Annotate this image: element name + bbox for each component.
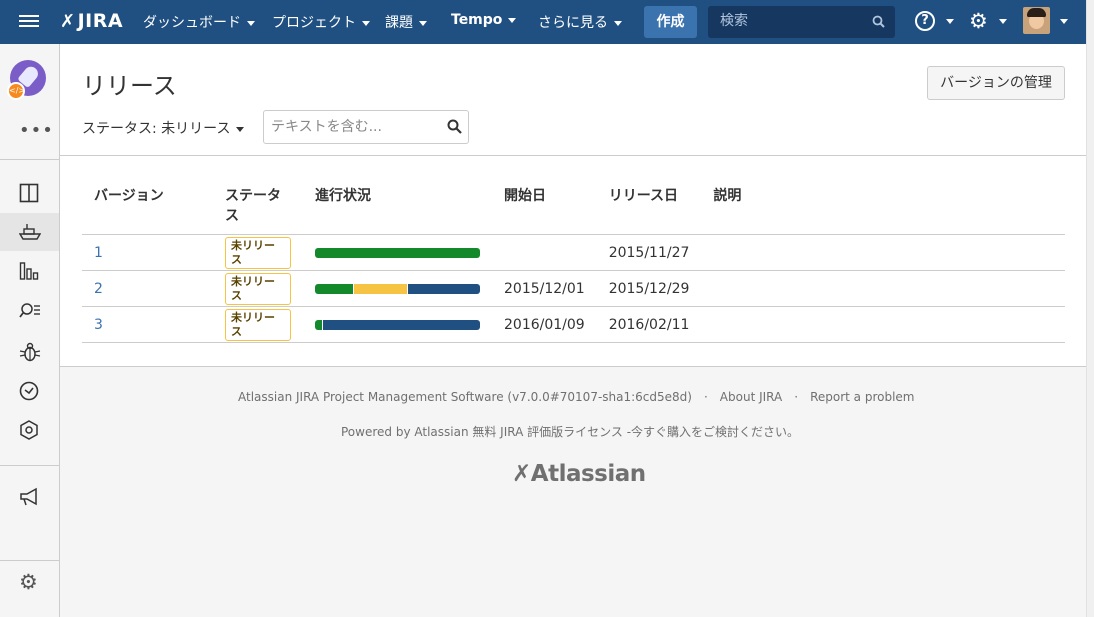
- sidebar-item-settings[interactable]: ⚙: [0, 564, 59, 602]
- footer-software-version: Atlassian JIRA Project Management Softwa…: [238, 390, 692, 404]
- table-row: 2 未リリース 2015/12/01 2015/12/29: [82, 270, 1065, 307]
- jira-x-icon: ✗: [60, 11, 76, 32]
- sidebar-item-bugs[interactable]: [0, 332, 59, 370]
- jira-logo[interactable]: ✗ JIRA: [60, 10, 123, 32]
- clock-icon: [19, 381, 39, 401]
- progress-done-segment: [315, 319, 323, 330]
- description: [701, 234, 1065, 271]
- col-description[interactable]: 説明: [701, 176, 1065, 235]
- chevron-down-icon: [362, 20, 370, 26]
- nav-dashboards[interactable]: ダッシュボード: [143, 12, 255, 32]
- search-icon[interactable]: [447, 119, 462, 134]
- release-date: 2016/02/11: [596, 306, 702, 343]
- status-filter-dropdown[interactable]: ステータス: 未リリース: [82, 118, 245, 138]
- release-date: 2015/11/27: [596, 234, 702, 271]
- user-menu-chevron-down-icon[interactable]: [1060, 19, 1068, 24]
- progress-done-segment: [315, 283, 354, 294]
- sidebar-item-feedback[interactable]: [0, 478, 59, 516]
- table-header-row: バージョン ステータス 進行状況 開始日 リリース日 説明: [82, 176, 1065, 235]
- nav-projects[interactable]: プロジェクト: [272, 12, 370, 32]
- text-filter: [263, 110, 469, 144]
- page-title: リリース: [82, 72, 177, 100]
- start-date: 2015/12/01: [492, 270, 597, 307]
- nav-tempo[interactable]: Tempo: [451, 12, 517, 28]
- megaphone-icon: [20, 487, 37, 506]
- col-release-date[interactable]: リリース日: [596, 176, 702, 235]
- chevron-down-icon: [419, 20, 427, 26]
- start-date: 2016/01/09: [492, 306, 597, 343]
- search-icon[interactable]: [872, 15, 885, 28]
- app-switcher-menu-icon[interactable]: [19, 12, 39, 32]
- footer-links: Atlassian JIRA Project Management Softwa…: [238, 390, 915, 404]
- version-link[interactable]: 1: [94, 245, 103, 261]
- about-jira-link[interactable]: About JIRA: [720, 390, 782, 404]
- sidebar-item-time[interactable]: [0, 372, 59, 410]
- manage-versions-button[interactable]: バージョンの管理: [927, 66, 1065, 100]
- bar-chart-icon: [19, 262, 39, 280]
- create-issue-button[interactable]: 作成: [644, 6, 697, 38]
- ship-icon: [19, 224, 41, 240]
- releases-page: リリース バージョンの管理 ステータス: 未リリース バージョン ステータス 進…: [60, 44, 1086, 367]
- status-badge: 未リリース: [225, 272, 291, 305]
- col-version[interactable]: バージョン: [82, 176, 213, 235]
- release-date: 2015/12/29: [596, 270, 702, 307]
- col-start-date[interactable]: 開始日: [492, 176, 597, 235]
- admin-gear-icon[interactable]: ⚙: [969, 10, 988, 32]
- progress-todo-segment: [323, 319, 480, 330]
- report-problem-link[interactable]: Report a problem: [810, 390, 914, 404]
- description: [701, 270, 1065, 307]
- progress-done-segment: [315, 247, 480, 258]
- col-progress: 進行状況: [303, 176, 492, 235]
- progress-todo-segment: [408, 283, 480, 294]
- sidebar-item-reports[interactable]: [0, 252, 59, 290]
- code-badge-icon: </>: [7, 82, 25, 100]
- chevron-down-icon: [247, 20, 255, 26]
- search-input[interactable]: [718, 12, 872, 30]
- hexagon-icon: [20, 420, 38, 440]
- chevron-down-icon: [236, 126, 245, 132]
- progress-inprogress-segment: [354, 283, 408, 294]
- status-badge: 未リリース: [225, 236, 291, 269]
- more-options-icon[interactable]: •••: [19, 120, 54, 141]
- help-icon[interactable]: ?: [915, 11, 935, 31]
- versions-table: バージョン ステータス 進行状況 開始日 リリース日 説明 1 未リリース 20…: [82, 176, 1065, 343]
- description: [701, 306, 1065, 343]
- start-date: [492, 234, 597, 271]
- version-link[interactable]: 3: [94, 317, 103, 333]
- top-navigation-bar: ✗JIRA ダッシュボード プロジェクト 課題 Tempo さらに見る 作成 ?…: [0, 0, 1086, 44]
- status-badge: 未リリース: [225, 308, 291, 341]
- user-avatar[interactable]: [1023, 7, 1050, 34]
- progress-bar[interactable]: [315, 319, 480, 330]
- sidebar-item-issues[interactable]: [0, 292, 59, 330]
- sidebar-item-components[interactable]: [0, 411, 59, 449]
- bug-icon: [19, 342, 41, 362]
- settings-gear-icon: ⚙: [19, 570, 38, 594]
- table-row: 3 未リリース 2016/01/09 2016/02/11: [82, 306, 1065, 343]
- project-sidebar: </> ••• ⚙: [0, 44, 60, 617]
- board-icon: [19, 183, 39, 203]
- col-status[interactable]: ステータス: [213, 176, 303, 235]
- quick-search: [708, 6, 895, 38]
- progress-bar[interactable]: [315, 283, 480, 294]
- project-avatar[interactable]: </>: [7, 60, 46, 100]
- atlassian-x-icon: ✗: [512, 461, 531, 487]
- issue-search-icon: [19, 303, 40, 318]
- sidebar-item-releases[interactable]: [0, 213, 59, 251]
- text-filter-input[interactable]: [269, 118, 443, 136]
- chevron-down-icon: [508, 17, 517, 23]
- sidebar-item-board[interactable]: [0, 174, 59, 212]
- footer-license-notice: Powered by Atlassian 無料 JIRA 評価版ライセンス -今…: [341, 425, 800, 439]
- admin-chevron-down-icon[interactable]: [999, 19, 1007, 24]
- table-row: 1 未リリース 2015/11/27: [82, 234, 1065, 271]
- chevron-down-icon: [614, 20, 622, 26]
- progress-bar[interactable]: [315, 247, 480, 258]
- vertical-scrollbar[interactable]: [1086, 0, 1094, 617]
- help-chevron-down-icon[interactable]: [946, 19, 954, 24]
- nav-more[interactable]: さらに見る: [538, 12, 622, 32]
- atlassian-logo[interactable]: ✗Atlassian: [512, 461, 646, 487]
- nav-issues[interactable]: 課題: [385, 12, 427, 32]
- version-link[interactable]: 2: [94, 281, 103, 297]
